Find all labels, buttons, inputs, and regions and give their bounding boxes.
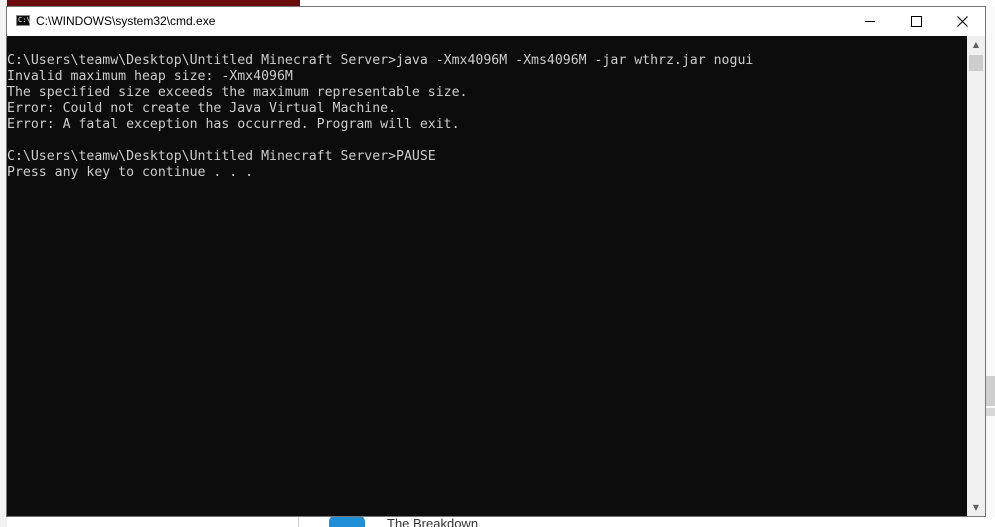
console-line-error: Invalid maximum heap size: -Xmx4096M bbox=[7, 69, 293, 84]
maximize-icon bbox=[910, 16, 922, 27]
background-app-strip: The Breakdown bbox=[298, 517, 995, 527]
breakdown-logo-icon bbox=[329, 517, 365, 527]
console-line-pause: C:\Users\teamw\Desktop\Untitled Minecraf… bbox=[7, 149, 436, 164]
scroll-thumb[interactable] bbox=[969, 55, 983, 71]
chevron-up-icon: ▲ bbox=[972, 40, 980, 49]
title-bar[interactable]: C:\ C:\WINDOWS\system32\cmd.exe bbox=[7, 7, 985, 36]
cmd-window[interactable]: C:\ C:\WINDOWS\system32\cmd.exe C:\Users… bbox=[6, 6, 986, 517]
console-line-command: C:\Users\teamw\Desktop\Untitled Minecraf… bbox=[7, 53, 754, 68]
vertical-scrollbar[interactable]: ▲ ▼ bbox=[967, 36, 985, 516]
minimize-icon bbox=[865, 21, 875, 22]
minimize-button[interactable] bbox=[847, 7, 893, 36]
console-line-error: Error: Could not create the Java Virtual… bbox=[7, 101, 397, 116]
console-line-error: Error: A fatal exception has occurred. P… bbox=[7, 117, 460, 132]
console-line-prompt: Press any key to continue . . . bbox=[7, 165, 254, 180]
console-output[interactable]: C:\Users\teamw\Desktop\Untitled Minecraf… bbox=[7, 36, 967, 516]
maximize-button[interactable] bbox=[893, 7, 939, 36]
background-title: The Breakdown bbox=[387, 517, 479, 527]
scroll-up-button[interactable]: ▲ bbox=[967, 36, 985, 53]
background-window-right bbox=[986, 6, 995, 527]
scroll-down-button[interactable]: ▼ bbox=[967, 499, 985, 516]
close-icon bbox=[956, 16, 968, 27]
cmd-app-icon[interactable]: C:\ bbox=[16, 15, 31, 26]
console-line-error: The specified size exceeds the maximum r… bbox=[7, 85, 468, 100]
window-title: C:\WINDOWS\system32\cmd.exe bbox=[36, 14, 216, 28]
chevron-down-icon: ▼ bbox=[972, 503, 980, 512]
background-control bbox=[986, 408, 995, 416]
background-control bbox=[986, 376, 995, 406]
close-button[interactable] bbox=[939, 7, 985, 36]
